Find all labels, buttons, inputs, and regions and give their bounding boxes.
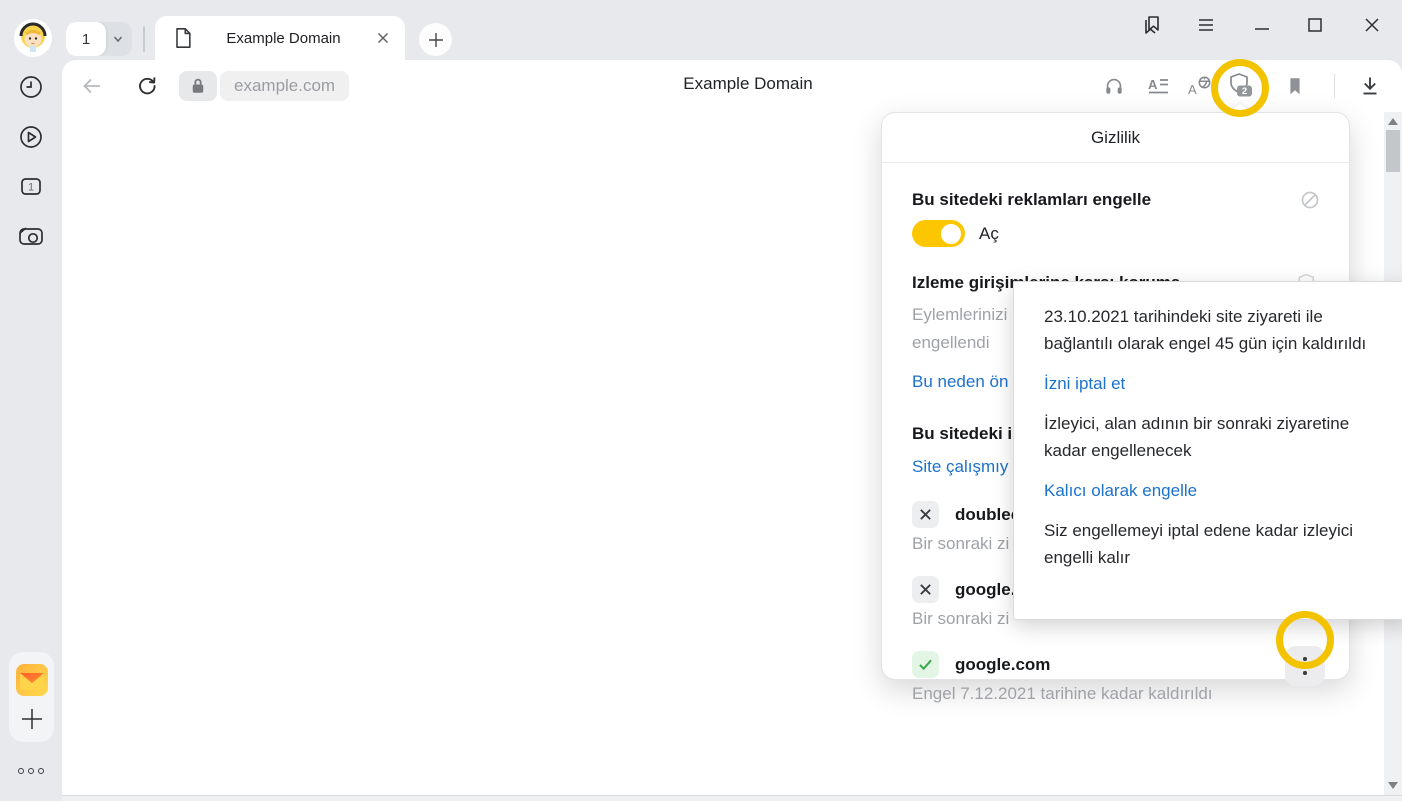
svg-text:A: A [1148,77,1158,92]
tracker-name: google.com [955,655,1050,675]
tracker-more-button[interactable] [1285,646,1325,686]
maximize-button[interactable] [1298,12,1332,38]
toolbar: example.com Example Domain A A [62,60,1402,112]
block-permanently-link[interactable]: Kalıcı olarak engelle [1044,481,1197,501]
screenshot-camera-icon [16,222,46,250]
browser-window: 1 Example Domain [0,0,1402,801]
avatar-icon [14,19,52,57]
close-window-button[interactable] [1355,12,1389,38]
history-clock-icon [17,73,45,101]
sidebar-more-button[interactable] [13,762,49,780]
yandex-mail-app[interactable] [15,663,49,697]
maximize-icon [1306,16,1324,34]
plus-icon [427,31,445,49]
site-not-working-link[interactable]: Site çalışmıy [912,456,1008,478]
bookmark-flag-icon [1284,75,1306,97]
translate-icon: A [1187,74,1213,98]
dot-icon [38,768,44,774]
sidebar-tab-count: 1 [28,182,34,194]
toolbar-page-title: Example Domain [683,74,812,94]
site-security-button[interactable] [179,71,217,101]
kebab-menu-icon [1303,656,1306,677]
active-tab[interactable]: Example Domain [155,16,405,60]
minimize-icon [1253,16,1271,34]
plus-icon [19,706,45,732]
revoke-permission-link[interactable]: İzni iptal et [1044,374,1125,394]
chevron-down-icon [111,32,125,46]
panel-title: Gizlilik [882,113,1349,163]
sidebar-media-button[interactable] [13,119,49,155]
new-tab-button[interactable] [419,23,452,56]
sidebar-tabs-button[interactable]: 1 [13,168,49,204]
tab-strip: 1 Example Domain [0,0,1402,60]
sidebar-screenshot-button[interactable] [13,218,49,254]
tab-title: Example Domain [192,30,375,47]
ads-section-title: Bu sitedeki reklamları engelle [912,189,1151,211]
tracker-blocked-icon [912,501,939,528]
panel-notch [1228,103,1252,113]
reader-mode-button[interactable]: A [1143,72,1173,100]
tab-group-count[interactable]: 1 [66,22,106,56]
toggle-knob [941,224,961,244]
privacy-shield-button[interactable]: 2 [1226,72,1256,100]
refresh-icon [135,74,159,98]
side-panels-button[interactable] [1135,12,1169,38]
scrollbar-up-arrow-icon[interactable] [1388,118,1398,125]
listen-button[interactable] [1099,72,1129,100]
sidebar: 1 [0,60,62,801]
lock-icon [189,76,207,96]
tab-counter-icon: 1 [17,172,45,200]
toolbar-divider [1334,74,1335,98]
tracker-allowed-icon [912,651,939,678]
yandex-mail-icon [15,663,49,697]
reader-mode-icon: A [1146,75,1170,97]
popup-unblock-info: 23.10.2021 tarihindeki site ziyareti ile… [1044,303,1396,357]
tabstrip-divider [143,26,145,52]
why-important-link[interactable]: Bu neden ön [912,371,1008,393]
sidebar-apps-dock [9,652,54,742]
bookmarks-panel-icon [1140,13,1164,37]
scrollbar-thumb[interactable] [1386,130,1400,172]
tracker-blocked-icon [912,576,939,603]
dot-icon [18,768,24,774]
popup-block-desc: Siz engellemeyi iptal edene kadar izleyi… [1044,517,1396,571]
tab-close-icon[interactable] [375,30,391,46]
bookmark-button[interactable] [1280,72,1310,100]
page-document-icon [173,27,192,49]
bottom-edge-strip [62,795,1402,801]
tracker-name: google. [955,580,1015,600]
sidebar-history-button[interactable] [13,69,49,105]
svg-text:A: A [1188,82,1197,97]
minimize-button[interactable] [1245,12,1279,38]
address-bar[interactable]: example.com [220,71,349,101]
headphones-icon [1103,75,1125,97]
prohibit-icon [1299,189,1321,211]
scrollbar-down-arrow-icon[interactable] [1388,782,1398,789]
back-button[interactable] [77,72,107,100]
popup-revoke-desc: İzleyici, alan adının bir sonraki ziyare… [1044,410,1396,464]
translate-button[interactable]: A [1185,72,1215,100]
dot-icon [28,768,34,774]
shield-badge-count: 2 [1242,86,1247,97]
download-icon [1358,74,1382,98]
refresh-button[interactable] [132,72,162,100]
downloads-button[interactable] [1355,72,1385,100]
profile-avatar[interactable] [14,19,52,57]
browser-menu-button[interactable] [1189,12,1223,38]
shield-badge-icon: 2 [1226,72,1256,100]
tracker-name: doublec [955,505,1020,525]
toggle-state-label: Aç [979,224,999,244]
url-text: example.com [234,76,335,96]
tab-group-control: 1 [66,22,132,56]
tracker-options-popup: 23.10.2021 tarihindeki site ziyareti ile… [1013,281,1402,620]
play-circle-icon [17,123,45,151]
hamburger-menu-icon [1196,16,1216,34]
back-arrow-icon [80,74,104,98]
tracker-sub: Engel 7.12.2021 tarihine kadar kaldırıld… [912,683,1321,705]
ads-block-toggle[interactable] [912,220,965,247]
close-icon [1363,16,1381,34]
sidebar-add-button[interactable] [19,706,45,732]
